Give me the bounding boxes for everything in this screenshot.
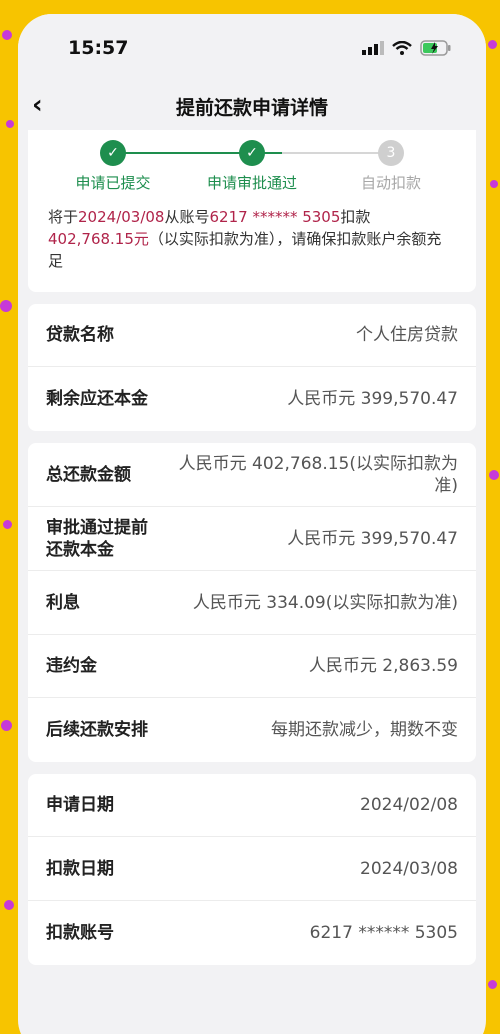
notice-account: 6217 ****** 5305 — [209, 208, 341, 226]
row-value: 人民币元 399,570.47 — [287, 528, 458, 549]
check-icon: ✓ — [239, 140, 265, 166]
signal-icon — [362, 41, 384, 55]
row-label: 扣款日期 — [46, 858, 114, 879]
row-label: 申请日期 — [46, 795, 114, 815]
row-value: 2024/02/08 — [360, 795, 458, 815]
row-label: 审批通过提前还款本金 — [46, 517, 148, 560]
decor-dot — [4, 900, 14, 910]
info-row-remaining-principal: 剩余应还本金 人民币元 399,570.47 — [28, 367, 476, 431]
loan-info-card: 贷款名称 个人住房贷款 剩余应还本金 人民币元 399,570.47 — [28, 304, 476, 431]
decor-dot — [490, 180, 498, 188]
repayment-detail-card: 总还款金额 人民币元 402,768.15(以实际扣款为准) 审批通过提前还款本… — [28, 443, 476, 762]
phone-screen: 15:57 ‹ 提前还款申请详情 ✓ 申请已提交 ✓ 申请审批通过 3 自动扣款… — [18, 14, 486, 1034]
step-submitted: ✓ 申请已提交 — [48, 140, 178, 194]
status-icons — [362, 40, 452, 56]
step-label: 自动扣款 — [360, 174, 421, 192]
step-auto-debit: 3 自动扣款 — [326, 140, 456, 194]
check-icon: ✓ — [100, 140, 126, 166]
row-value: 每期还款减少，期数不变 — [271, 720, 458, 740]
decor-dot — [489, 470, 499, 480]
row-value: 人民币元 399,570.47 — [287, 389, 458, 409]
decor-dot — [6, 120, 14, 128]
decor-dot — [1, 720, 12, 731]
row-value: 人民币元 334.09(以实际扣款为准) — [192, 592, 458, 613]
row-label: 总还款金额 — [46, 464, 131, 485]
step-label: 申请已提交 — [75, 174, 151, 192]
row-label: 违约金 — [46, 656, 97, 676]
info-row-debit-date: 扣款日期 2024/03/08 — [28, 837, 476, 901]
progress-card: ✓ 申请已提交 ✓ 申请审批通过 3 自动扣款 将于2024/03/08从账号6… — [28, 130, 476, 292]
status-bar: 15:57 — [18, 14, 486, 82]
step-number: 3 — [378, 140, 404, 166]
notice-amount: 402,768.15元 — [48, 230, 149, 248]
page-title: 提前还款申请详情 — [175, 96, 328, 119]
row-value: 人民币元 2,863.59 — [308, 656, 458, 676]
dates-card: 申请日期 2024/02/08 扣款日期 2024/03/08 扣款账号 621… — [28, 774, 476, 965]
progress-steps: ✓ 申请已提交 ✓ 申请审批通过 3 自动扣款 — [28, 130, 476, 194]
debit-notice: 将于2024/03/08从账号6217 ****** 5305扣款 402,768… — [28, 194, 476, 292]
info-row-interest: 利息 人民币元 334.09(以实际扣款为准) — [28, 571, 476, 635]
info-row-loan-name: 贷款名称 个人住房贷款 — [28, 304, 476, 367]
notice-text: 从账号 — [164, 208, 210, 226]
row-label: 扣款账号 — [46, 923, 114, 943]
status-time: 15:57 — [68, 37, 129, 59]
info-row-debit-account: 扣款账号 6217 ****** 5305 — [28, 901, 476, 965]
row-value: 2024/03/08 — [360, 858, 458, 879]
decor-dot — [0, 300, 12, 312]
notice-text: 扣款 — [340, 208, 371, 226]
battery-icon — [420, 40, 451, 56]
wifi-icon — [392, 41, 412, 55]
row-value: 6217 ****** 5305 — [309, 923, 458, 943]
row-label: 利息 — [46, 592, 80, 613]
notice-date: 2024/03/08 — [78, 208, 165, 226]
decor-dot — [2, 30, 12, 40]
nav-bar: ‹ 提前还款申请详情 — [18, 82, 486, 130]
step-label: 申请审批通过 — [206, 174, 297, 192]
info-row-penalty: 违约金 人民币元 2,863.59 — [28, 635, 476, 698]
info-row-approved-principal: 审批通过提前还款本金 人民币元 399,570.47 — [28, 507, 476, 571]
step-approved: ✓ 申请审批通过 — [187, 140, 317, 194]
row-label: 贷款名称 — [46, 325, 114, 345]
row-label: 剩余应还本金 — [46, 389, 148, 409]
info-row-subsequent-plan: 后续还款安排 每期还款减少，期数不变 — [28, 698, 476, 762]
info-row-apply-date: 申请日期 2024/02/08 — [28, 774, 476, 837]
row-value: 个人住房贷款 — [356, 325, 458, 345]
notice-text: 将于 — [48, 208, 79, 226]
row-label: 后续还款安排 — [46, 720, 148, 740]
decor-dot — [488, 40, 497, 49]
info-row-total-repayment: 总还款金额 人民币元 402,768.15(以实际扣款为准) — [28, 443, 476, 507]
decor-dot — [488, 980, 497, 989]
chevron-left-icon[interactable]: ‹ — [32, 90, 43, 120]
row-value: 人民币元 402,768.15(以实际扣款为准) — [178, 453, 458, 496]
decor-dot — [3, 520, 12, 529]
